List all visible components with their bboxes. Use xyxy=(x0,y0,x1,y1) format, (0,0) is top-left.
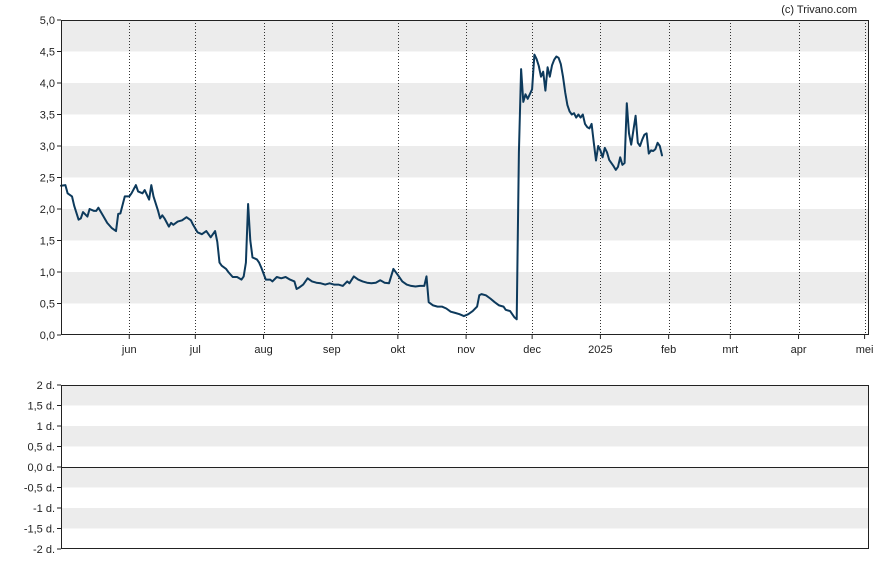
x-tick-label: dec xyxy=(523,344,541,356)
y-tick-label: 4,0 xyxy=(40,78,55,90)
x-tick-label: nov xyxy=(457,344,475,356)
price-band xyxy=(61,209,869,241)
volume-y-tick-label: -1 d. xyxy=(33,503,55,515)
price-chart-bands xyxy=(61,20,869,304)
price-band xyxy=(61,83,869,115)
x-tick-label: jul xyxy=(189,344,201,356)
volume-y-tick-label: 1 d. xyxy=(37,421,55,433)
x-tick-label: okt xyxy=(391,344,406,356)
price-x-axis: jun jul aug sep okt nov dec 2025 feb mrt apr mei xyxy=(121,335,874,356)
y-tick-label: 2,5 xyxy=(40,173,55,185)
x-tick-label: 2025 xyxy=(588,344,612,356)
volume-y-tick-label: 0,5 d. xyxy=(27,442,55,454)
volume-band xyxy=(61,467,869,488)
x-tick-label: sep xyxy=(323,344,341,356)
y-tick-label: 4,5 xyxy=(40,47,55,59)
y-tick-label: 2,0 xyxy=(40,204,55,216)
chart-root: 0,0 0,5 1,0 1,5 2,0 2,5 3,0 3,5 4,0 4,5 5,0 jun jul… xyxy=(0,0,888,565)
price-band xyxy=(61,146,869,178)
x-tick-label: mrt xyxy=(722,344,738,356)
price-chart-svg: 0,0 0,5 1,0 1,5 2,0 2,5 3,0 3,5 4,0 4,5 5,0 jun jul… xyxy=(24,4,874,556)
y-tick-label: 3,5 xyxy=(40,110,55,122)
volume-y-tick-label: 0,0 d. xyxy=(27,462,55,474)
x-tick-label: jun xyxy=(121,344,137,356)
x-tick-label: aug xyxy=(254,344,272,356)
x-tick-label: apr xyxy=(791,344,807,356)
volume-y-axis: -2 d. -1,5 d. -1 d. -0,5 d. 0,0 d. 0,5 d. 1 d.… xyxy=(24,380,61,556)
volume-y-tick-label: -0,5 d. xyxy=(24,483,55,495)
y-tick-label: 0,5 xyxy=(40,299,55,311)
x-tick-label: mei xyxy=(856,344,874,356)
volume-band xyxy=(61,385,869,406)
volume-band xyxy=(61,426,869,447)
y-tick-label: 1,0 xyxy=(40,267,55,279)
volume-band xyxy=(61,508,869,529)
volume-chart-bands xyxy=(61,385,869,529)
volume-y-tick-label: 2 d. xyxy=(37,380,55,392)
y-tick-label: 3,0 xyxy=(40,141,55,153)
price-band xyxy=(61,272,869,304)
volume-y-tick-label: -1,5 d. xyxy=(24,524,55,536)
copyright-label: (c) Trivano.com xyxy=(781,4,857,16)
x-tick-label: feb xyxy=(661,344,676,356)
y-tick-label: 1,5 xyxy=(40,236,55,248)
y-tick-label: 5,0 xyxy=(40,15,55,27)
y-tick-label: 0,0 xyxy=(40,330,55,342)
price-y-axis: 0,0 0,5 1,0 1,5 2,0 2,5 3,0 3,5 4,0 4,5 5,0 xyxy=(40,15,61,342)
volume-y-tick-label: -2 d. xyxy=(33,544,55,556)
volume-y-tick-label: 1,5 d. xyxy=(27,401,55,413)
price-band xyxy=(61,20,869,52)
